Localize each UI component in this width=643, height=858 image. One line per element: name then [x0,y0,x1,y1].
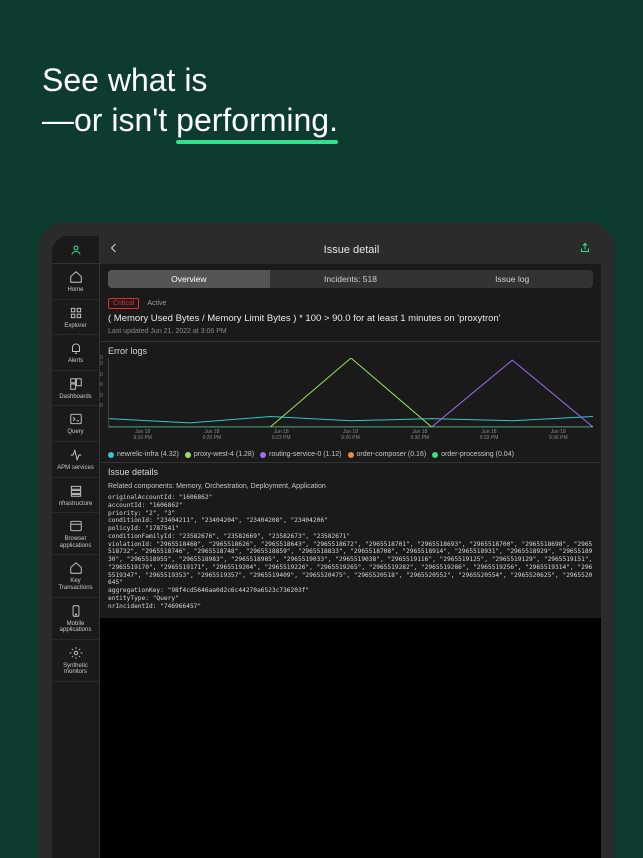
legend-dot [108,452,114,458]
issue-title: ( Memory Used Bytes / Memory Limit Bytes… [100,311,601,326]
sidebar-item-label: APM services [57,465,94,472]
sidebar-item-mobile[interactable]: Mobile applications [52,598,99,640]
y-tick-label: 20.0 [100,382,103,388]
stack-icon [69,484,83,498]
critical-badge: Critical [108,298,139,309]
main-panel: Issue detail Overview Incidents: 518 Iss… [100,236,601,858]
error-logs-chart: 33.030.025.020.015.010.05.00.0 Jun 189:1… [100,358,601,447]
sidebar-item-apm[interactable]: APM services [52,442,99,478]
legend-label: proxy-west-4 (1.28) [194,451,254,458]
sidebar-item-synthetic[interactable]: Synthetic monitors [52,640,99,682]
related-components: Related components: Memory, Orchestratio… [108,483,593,490]
sidebar-item-dashboards[interactable]: Dashboards [52,371,99,407]
x-tick-label: Jun 189:30 PM [385,430,454,441]
legend-label: order-processing (0.04) [441,451,514,458]
legend-item[interactable]: newrelic-infra (4.32) [108,451,179,458]
back-button[interactable] [108,241,124,259]
y-tick-label: 30.0 [100,361,103,367]
issue-details-raw: originalAccountId: "1606862" accountId: … [108,494,593,610]
empty-content-area [100,618,601,858]
last-updated: Last updated Jun 21, 2022 at 3:06 PM [100,326,601,341]
sidebar-item-alerts[interactable]: Alerts [52,335,99,371]
issue-details-header: Issue details [100,462,601,479]
topbar: Issue detail [100,236,601,264]
sidebar-item-query[interactable]: Query [52,406,99,442]
bell-icon [69,341,83,355]
series-line [109,358,593,427]
legend-dot [185,452,191,458]
sidebar-item-label: Browser applications [54,536,97,549]
sidebar-item-label: Home [67,287,83,294]
active-badge: Active [143,299,170,308]
share-icon[interactable] [579,241,593,259]
x-tick-label: Jun 189:20 PM [177,430,246,441]
hero-line1: See what is [42,60,643,100]
sidebar-item-key[interactable]: Key Transactions [52,555,99,597]
hero-headline: See what is —or isn't performing. [0,0,643,140]
sidebar-item-explorer[interactable]: Explorer [52,300,99,336]
tab-issue-log[interactable]: Issue log [431,270,593,288]
home-icon [69,270,83,284]
sidebar-item-label: Dashboards [59,394,91,401]
y-tick-label: 10.0 [100,403,103,409]
sidebar-item-label: Query [67,429,83,436]
x-tick-label: Jun 189:23 PM [247,430,316,441]
y-tick-label: 25.0 [100,372,103,378]
x-tick-label: Jun 189:16 PM [108,430,177,441]
sidebar-item-label: nfrastructure [59,501,93,508]
legend-item[interactable]: proxy-west-4 (1.28) [185,451,254,458]
sidebar-item-label: Synthetic monitors [54,663,97,676]
error-logs-header: Error logs [100,341,601,358]
sidebar-item-infra[interactable]: nfrastructure [52,478,99,514]
cog-icon [69,646,83,660]
x-tick-label: Jun 189:33 PM [454,430,523,441]
issue-details: Related components: Memory, Orchestratio… [100,479,601,614]
y-tick-label: 33.0 [100,355,103,361]
grid-icon [69,306,83,320]
y-tick-label: 15.0 [100,393,103,399]
page-title: Issue detail [124,244,579,256]
legend-dot [260,452,266,458]
tab-overview[interactable]: Overview [108,270,270,288]
tablet-frame: Home Explorer Alerts Dashboards Query APM ser… [38,222,615,858]
legend-label: routing-service-0 (1.12) [269,451,341,458]
tab-incidents[interactable]: Incidents: 518 [270,270,432,288]
device-screen: Home Explorer Alerts Dashboards Query APM ser… [52,236,601,858]
sidebar-item-label: Alerts [68,358,83,365]
sidebar-item-label: Explorer [64,323,86,330]
browser-icon [69,519,83,533]
segmented-control: Overview Incidents: 518 Issue log [108,270,593,288]
x-tick-label: Jun 189:36 PM [524,430,593,441]
sidebar-item-label: Key Transactions [54,578,97,591]
legend-item[interactable]: order-composer (0.16) [348,451,427,458]
hero-line2: —or isn't performing. [42,100,643,140]
hero-underlined-word: performing. [176,100,338,140]
legend-item[interactable]: routing-service-0 (1.12) [260,451,341,458]
dashboard-icon [69,377,83,391]
legend-dot [432,452,438,458]
sidebar-item-home[interactable]: Home [52,264,99,300]
status-badges: Critical Active [100,294,601,311]
profile-icon[interactable] [52,236,99,264]
legend-label: newrelic-infra (4.32) [117,451,179,458]
sidebar-item-browser[interactable]: Browser applications [52,513,99,555]
pulse-icon [69,448,83,462]
home-icon [69,561,83,575]
chart-legend: newrelic-infra (4.32) proxy-west-4 (1.28)… [100,447,601,462]
sidebar-item-label: Mobile applications [54,621,97,634]
legend-item[interactable]: order-processing (0.04) [432,451,514,458]
legend-dot [348,452,354,458]
terminal-icon [69,412,83,426]
legend-label: order-composer (0.16) [357,451,427,458]
sidebar: Home Explorer Alerts Dashboards Query APM ser… [52,236,100,858]
mobile-icon [69,604,83,618]
x-tick-label: Jun 189:26 PM [316,430,385,441]
